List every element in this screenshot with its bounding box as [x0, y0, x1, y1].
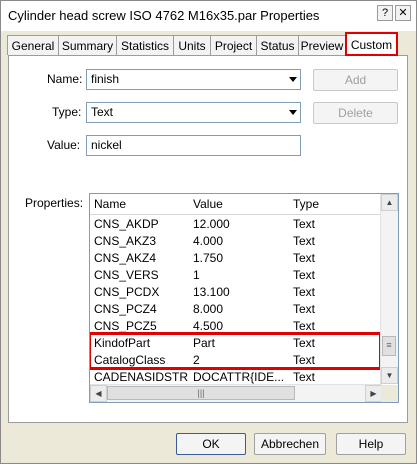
- row-name: CADENASIDSTR: [94, 370, 189, 384]
- tab-units[interactable]: Units: [173, 35, 211, 55]
- column-header-type[interactable]: Type: [293, 197, 319, 211]
- type-select[interactable]: Text: [86, 102, 301, 123]
- row-type: Text: [293, 268, 316, 282]
- chevron-down-icon[interactable]: [289, 77, 297, 82]
- help-button[interactable]: Help: [336, 433, 406, 455]
- table-row[interactable]: CNS_AKZ3 4.000 Text: [90, 233, 382, 250]
- row-type: Text: [293, 217, 316, 231]
- row-type: Text: [293, 370, 316, 384]
- type-label: Type:: [52, 105, 82, 119]
- tab-project[interactable]: Project: [210, 35, 257, 55]
- horizontal-scrollbar[interactable]: ◀ ||| ▶: [90, 384, 382, 402]
- column-header-name[interactable]: Name: [94, 197, 126, 211]
- tab-statistics[interactable]: Statistics: [116, 35, 174, 55]
- custom-panel: Name: finish Add Type: Text Delete Value…: [8, 55, 408, 423]
- scroll-left-icon[interactable]: ◀: [90, 385, 107, 402]
- row-name: CNS_PCDX: [94, 285, 160, 299]
- row-value: 13.100: [193, 285, 230, 299]
- table-row[interactable]: CNS_VERS 1 Text: [90, 267, 382, 284]
- row-type: Text: [293, 251, 316, 265]
- ok-button[interactable]: OK: [176, 433, 246, 455]
- row-value: 4.500: [193, 319, 224, 333]
- tab-general[interactable]: General: [7, 35, 59, 55]
- tab-preview[interactable]: Preview: [298, 35, 346, 55]
- row-value: 12.000: [193, 217, 230, 231]
- scroll-up-icon[interactable]: ▲: [381, 194, 398, 211]
- table-row[interactable]: CNS_AKZ4 1.750 Text: [90, 250, 382, 267]
- window-title: Cylinder head screw ISO 4762 M16x35.par …: [8, 8, 320, 23]
- name-label: Name:: [47, 72, 83, 86]
- table-row[interactable]: CNS_PCZ4 8.000 Text: [90, 301, 382, 318]
- row-value: 1.750: [193, 251, 224, 265]
- properties-list[interactable]: Name Value Type CNS_AKDP 12.000 Text CNS…: [89, 193, 399, 403]
- vertical-scrollbar[interactable]: ▲ ≡ ▼: [380, 194, 398, 384]
- row-name: CNS_AKZ4: [94, 251, 157, 265]
- table-row[interactable]: CNS_AKDP 12.000 Text: [90, 216, 382, 233]
- row-type: Text: [293, 302, 316, 316]
- scroll-down-icon[interactable]: ▼: [381, 367, 398, 384]
- cancel-button[interactable]: Abbrechen: [254, 433, 326, 455]
- scroll-right-icon[interactable]: ▶: [365, 385, 382, 402]
- name-combo[interactable]: finish: [86, 69, 301, 90]
- properties-label: Properties:: [25, 196, 84, 210]
- list-header: Name Value Type: [90, 194, 382, 215]
- row-type: Text: [293, 319, 316, 333]
- row-name: CNS_PCZ5: [94, 319, 157, 333]
- chevron-down-icon[interactable]: [289, 110, 297, 115]
- type-value: Text: [91, 105, 114, 119]
- highlight-frame: [90, 332, 382, 370]
- row-name: CNS_AKZ3: [94, 234, 157, 248]
- row-name: CNS_PCZ4: [94, 302, 157, 316]
- properties-dialog: Cylinder head screw ISO 4762 M16x35.par …: [0, 0, 417, 464]
- row-type: Text: [293, 285, 316, 299]
- row-name: CNS_VERS: [94, 268, 159, 282]
- value-text: nickel: [91, 138, 122, 152]
- tab-custom[interactable]: Custom: [345, 32, 398, 56]
- value-input[interactable]: nickel: [86, 135, 301, 156]
- tab-summary[interactable]: Summary: [58, 35, 117, 55]
- value-label: Value:: [47, 138, 81, 152]
- close-icon[interactable]: ✕: [395, 5, 411, 21]
- horizontal-scroll-thumb[interactable]: |||: [107, 386, 295, 400]
- row-type: Text: [293, 234, 316, 248]
- vertical-scroll-thumb[interactable]: ≡: [382, 336, 396, 356]
- row-name: CNS_AKDP: [94, 217, 159, 231]
- title-bar: Cylinder head screw ISO 4762 M16x35.par …: [1, 1, 416, 31]
- scroll-corner: [381, 385, 398, 402]
- column-header-value[interactable]: Value: [193, 197, 223, 211]
- table-row[interactable]: CNS_PCDX 13.100 Text: [90, 284, 382, 301]
- tab-status[interactable]: Status: [256, 35, 299, 55]
- row-value: DOCATTR{IDE...: [193, 370, 285, 384]
- row-value: 8.000: [193, 302, 224, 316]
- row-value: 4.000: [193, 234, 224, 248]
- name-value: finish: [91, 72, 120, 86]
- add-button[interactable]: Add: [313, 69, 398, 91]
- row-value: 1: [193, 268, 200, 282]
- delete-button[interactable]: Delete: [313, 102, 398, 124]
- help-icon[interactable]: ?: [377, 5, 393, 21]
